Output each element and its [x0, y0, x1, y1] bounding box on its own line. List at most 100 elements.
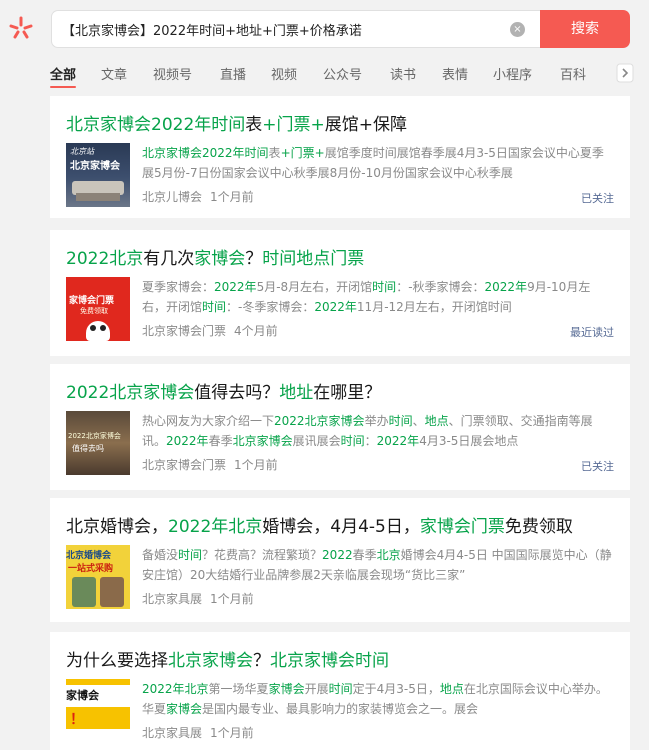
status-label: 最近读过	[570, 326, 614, 339]
text-run: 为什么要选择	[66, 651, 168, 671]
text-run: 夏季家博会：	[142, 280, 215, 294]
result-title[interactable]: 北京婚博会，2022年北京婚博会，4月4-5日，家博会门票免费领取	[66, 512, 573, 537]
highlighted-keyword: 时间	[340, 434, 365, 448]
highlighted-keyword: 时间	[372, 280, 397, 294]
highlighted-keyword: 2022年北京	[168, 517, 263, 537]
tab-official-accounts[interactable]: 公众号	[323, 64, 362, 83]
result-card[interactable]: 2022北京有几次家博会？时间地点门票 家博会门票 免费领取 夏季家博会： 202…	[50, 230, 630, 356]
search-button[interactable]: 搜索	[540, 10, 630, 48]
highlighted-keyword: 时间地点门票	[262, 249, 365, 269]
tab-stickers[interactable]: 表情	[442, 64, 468, 83]
highlighted-keyword: 北京家博会2022年时间	[142, 146, 269, 160]
result-card[interactable]: 2022北京家博会值得去吗？地址在哪里？ 2022北京家博会 值得去吗 热心网友…	[50, 364, 630, 490]
tab-video[interactable]: 视频	[271, 64, 297, 83]
result-time: 1个月前	[210, 592, 254, 606]
text-run: ：-秋季家博会：	[396, 280, 485, 294]
highlighted-keyword: 2022年	[376, 434, 420, 448]
thumb-caption: 值得去吗	[72, 444, 104, 453]
result-meta: 北京家博会门票 4个月前	[142, 322, 278, 339]
result-source[interactable]: 北京家博会门票	[142, 458, 226, 472]
highlighted-keyword: 北京家博会	[232, 434, 293, 448]
tab-live[interactable]: 直播	[220, 64, 246, 83]
result-source[interactable]: 北京家具展	[142, 592, 202, 606]
result-source[interactable]: 北京家具展	[142, 726, 202, 740]
tab-reading[interactable]: 读书	[390, 64, 416, 83]
result-title[interactable]: 2022北京家博会值得去吗？地址在哪里？	[66, 378, 381, 403]
result-card[interactable]: 为什么要选择北京家博会？北京家博会时间 家博会 ！ 2022年北京第一场华夏家博…	[50, 632, 630, 750]
result-snippet: 2022年北京第一场华夏家博会开展时间定于4月3-5日，地点在北京国际会议中心举…	[142, 679, 612, 719]
result-snippet: 备婚没时间？花费高？流程繁琐？2022春季北京婚博会4月4-5日 中国国际展览中…	[142, 545, 612, 585]
thumb-caption: 一站式采购	[68, 564, 114, 574]
thumb-caption: 家博会	[66, 689, 99, 702]
highlighted-keyword: 2022	[322, 548, 353, 562]
text-run: 5月-8月左右，开闭馆	[256, 280, 373, 294]
tab-encyclopedia[interactable]: 百科	[560, 64, 586, 83]
highlighted-keyword: 2022北京家博会	[274, 414, 365, 428]
highlighted-keyword: 2022北京家博会	[66, 383, 195, 403]
thumb-caption: ！	[70, 712, 84, 728]
highlighted-keyword: 时间	[388, 414, 413, 428]
search-input[interactable]	[62, 11, 502, 47]
result-source[interactable]: 北京儿博会	[142, 190, 202, 204]
result-thumbnail: 2022北京家博会 值得去吗	[66, 411, 130, 475]
highlighted-keyword: 2022年	[314, 300, 357, 314]
result-snippet: 北京家博会2022年时间表+门票+展馆季度时间展馆春季展4月3-5日国家会议中心…	[142, 143, 612, 183]
result-source[interactable]: 北京家博会门票	[142, 324, 226, 338]
thumb-caption: 2022北京家博会	[68, 432, 121, 440]
tab-mini-programs[interactable]: 小程序	[493, 64, 532, 83]
tab-channels[interactable]: 视频号	[153, 64, 192, 83]
tab-all[interactable]: 全部	[50, 64, 77, 88]
result-time: 1个月前	[210, 190, 254, 204]
highlighted-keyword: 2022年北京	[142, 682, 209, 696]
result-time: 1个月前	[210, 726, 254, 740]
result-title[interactable]: 为什么要选择北京家博会？北京家博会时间	[66, 646, 389, 671]
tab-articles[interactable]: 文章	[101, 64, 127, 83]
highlighted-keyword: 地点	[439, 682, 464, 696]
text-run: 春季	[208, 434, 233, 448]
text-run: ：-冬季家博会：	[226, 300, 315, 314]
text-run: 在哪里？	[313, 383, 382, 403]
result-thumbnail: 家博会 ！	[66, 679, 130, 743]
result-title[interactable]: 2022北京有几次家博会？时间地点门票	[66, 244, 364, 269]
thumb-caption: 免费领取	[80, 307, 108, 315]
text-run: ？	[245, 249, 263, 269]
highlighted-keyword: 地点	[424, 414, 449, 428]
result-title[interactable]: 北京家博会2022年时间表+门票+展馆+保障	[66, 110, 407, 135]
top-bar: × 搜索 全部 文章 视频号 直播 视频 公众号 读书 表情 小程序 百科	[0, 0, 649, 92]
highlighted-keyword: +门票+	[262, 115, 325, 135]
text-run: 11月-12月左右，开闭馆时间	[356, 300, 512, 314]
text-run: 有几次	[143, 249, 195, 269]
highlighted-keyword: 2022北京	[66, 249, 144, 269]
highlighted-keyword: 时间	[328, 682, 353, 696]
result-card[interactable]: 北京家博会2022年时间表+门票+展馆+保障 北京站 北京家博会 北京家博会20…	[50, 96, 630, 218]
text-run: 热心网友为大家介绍一下	[142, 414, 275, 428]
highlighted-keyword: 时间	[202, 300, 227, 314]
result-meta: 北京儿博会 1个月前	[142, 188, 254, 205]
status-label: 已关注	[581, 192, 614, 205]
text-run: ？	[253, 651, 270, 671]
text-run: 第一场华夏	[208, 682, 269, 696]
text-run: 免费领取	[504, 517, 573, 537]
status-label: 已关注	[581, 460, 614, 473]
result-meta: 北京家具展 1个月前	[142, 724, 254, 741]
thumb-caption: 家博会门票	[69, 296, 115, 306]
highlighted-keyword: 家博会门票	[419, 517, 505, 537]
chevron-right-icon[interactable]	[616, 63, 634, 83]
result-card[interactable]: 北京婚博会，2022年北京婚博会，4月4-5日，家博会门票免费领取 北京婚博会 …	[50, 498, 630, 622]
result-thumbnail: 家博会门票 免费领取	[66, 277, 130, 341]
text-run: 值得去吗？	[194, 383, 280, 403]
text-run: 展讯展会	[292, 434, 341, 448]
text-run: 表	[268, 146, 281, 160]
search-box: ×	[51, 10, 541, 48]
result-meta: 北京家博会门票 1个月前	[142, 456, 278, 473]
text-run: 、	[412, 414, 425, 428]
result-time: 1个月前	[234, 458, 278, 472]
text-run: 是国内最专业、最具影响力的家装博览会之一。展会	[202, 702, 479, 716]
thumb-caption: 北京婚博会	[66, 551, 112, 561]
highlighted-keyword: 家博会	[194, 249, 246, 269]
highlighted-keyword: 家博会	[166, 702, 203, 716]
clear-icon[interactable]: ×	[510, 22, 525, 37]
text-run: ？花费高？流程繁琐？	[202, 548, 323, 562]
result-snippet: 夏季家博会：2022年5月-8月左右，开闭馆时间：-秋季家博会：2022年9月-…	[142, 277, 612, 317]
thumb-caption: 北京站	[70, 147, 94, 156]
